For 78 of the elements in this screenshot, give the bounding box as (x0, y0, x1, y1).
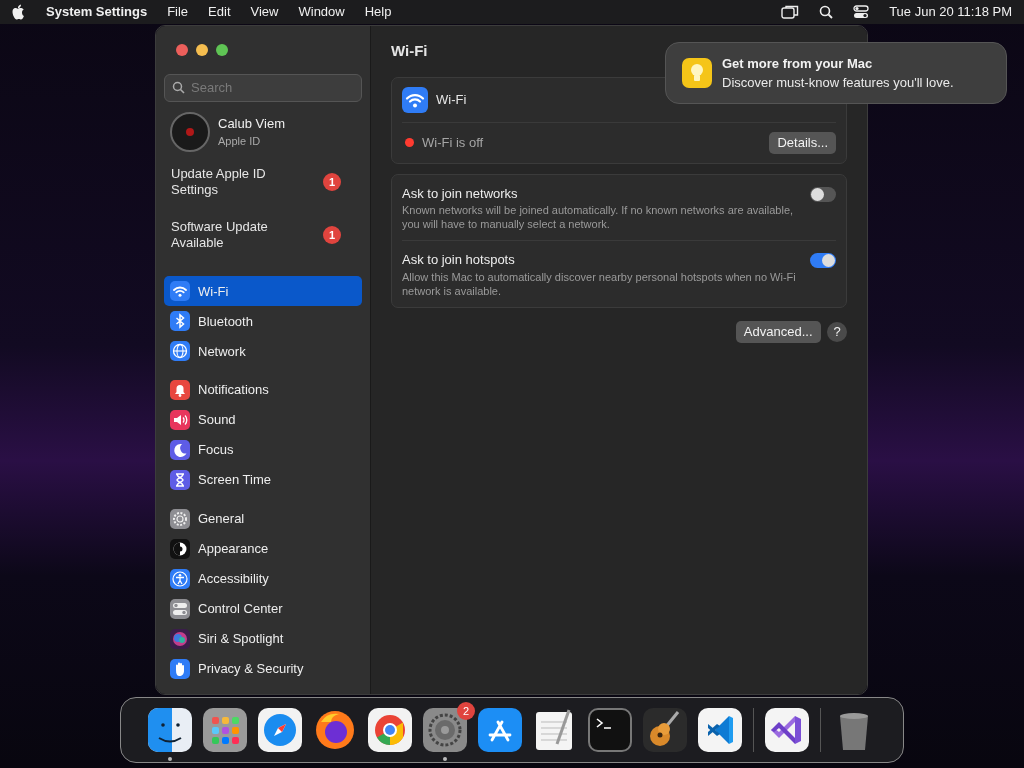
hand-icon (170, 659, 190, 679)
page-title: Wi-Fi (391, 41, 429, 61)
windows-icon[interactable] (781, 4, 800, 20)
app-grid-icon[interactable] (203, 708, 247, 752)
smiley-face-icon[interactable] (148, 708, 192, 752)
guitar-icon[interactable] (643, 708, 687, 752)
menu-item[interactable]: View (250, 2, 279, 22)
notification-badge: 1 (323, 172, 341, 191)
contrast-icon (170, 539, 190, 559)
menu-item[interactable]: Help (364, 2, 392, 22)
sidebar-item[interactable]: Notifications (164, 375, 362, 406)
sidebar-item[interactable]: Wi-Fi (164, 276, 362, 307)
sidebar-item[interactable]: Appearance (164, 534, 362, 564)
lightbulb-icon (682, 58, 712, 88)
orb-icon (170, 629, 190, 649)
menu-item[interactable]: Edit (208, 2, 231, 22)
accessibility-person-icon (170, 569, 190, 589)
account-subtitle: Apple ID (218, 134, 262, 149)
details-button[interactable]: Details... (769, 131, 836, 154)
sidebar-item[interactable]: General (164, 504, 362, 534)
close-button[interactable] (176, 44, 188, 56)
gear-icon[interactable] (423, 708, 467, 752)
wifi-icon (170, 281, 190, 302)
moon-icon (170, 440, 190, 461)
sidebar-item[interactable]: Screen Time (164, 465, 362, 496)
search-icon (172, 81, 185, 94)
speaker-icon (170, 410, 190, 431)
zoom-button[interactable] (216, 44, 228, 56)
sidebar-item[interactable]: Privacy & Security (164, 654, 362, 684)
sidebar-item[interactable]: Bluetooth (164, 306, 362, 337)
search-icon[interactable] (819, 5, 834, 19)
notification-message: Discover must-know features you'll love. (722, 74, 954, 92)
wifi-label: Wi-Fi (436, 90, 467, 109)
notification-badge: 1 (323, 225, 341, 244)
gear-icon (170, 509, 190, 529)
apple-logo-icon[interactable] (12, 4, 26, 20)
ribbon-icon[interactable] (765, 708, 809, 752)
ring-icon[interactable] (368, 708, 412, 752)
notification-badge: 2 (457, 702, 475, 720)
option-description: Known networks will be joined automatically. If no known networks are available, you will have to manually select a network. (402, 203, 795, 231)
advanced-button[interactable]: Advanced... (735, 320, 821, 343)
sidebar-item[interactable]: Accessibility (164, 564, 362, 594)
toggle-switch[interactable] (810, 186, 836, 202)
sidebar-item[interactable]: Control Center (164, 594, 362, 624)
notification-title: Get more from your Mac (722, 54, 874, 73)
menu-item[interactable]: File (167, 2, 189, 22)
switches-icon (170, 599, 190, 619)
app-menu[interactable]: System Settings (46, 2, 148, 22)
sidebar-item[interactable]: Siri & Spotlight (164, 624, 362, 654)
menu-item[interactable]: Window (298, 2, 345, 22)
notification-banner[interactable]: Get more from your Mac Discover must-know features you'll love. (665, 42, 1007, 104)
wifi-status: Wi-Fi is off (422, 133, 484, 152)
toggle-switch[interactable] (810, 253, 836, 268)
alert-item[interactable]: Update Apple ID Settings (171, 165, 301, 198)
sidebar-item[interactable]: Sound (164, 405, 362, 436)
switches-icon[interactable] (853, 5, 870, 19)
avatar-icon[interactable] (170, 111, 210, 152)
menubar-clock[interactable]: Tue Jun 20 11:18 PM (889, 2, 1012, 22)
terminal-icon[interactable] (588, 708, 632, 752)
globe-icon (170, 341, 190, 362)
code-icon[interactable] (698, 708, 742, 752)
sidebar-item[interactable]: Network (164, 336, 362, 367)
option-title: Ask to join networks (402, 184, 519, 203)
option-description: Allow this Mac to automatically discover nearby personal hotspots when no Wi-Fi network is available. (402, 269, 797, 298)
alert-item[interactable]: Software Update Available (171, 218, 301, 251)
minimize-button[interactable] (196, 44, 208, 56)
help-button[interactable]: ? (827, 321, 847, 342)
search-field[interactable]: Search (164, 74, 362, 102)
option-title: Ask to join hotspots (402, 251, 516, 269)
bell-icon (170, 380, 190, 401)
letter-a-icon[interactable] (478, 708, 522, 752)
sidebar-item[interactable]: Focus (164, 435, 362, 466)
hourglass-icon (170, 470, 190, 491)
fox-globe-icon[interactable] (313, 708, 357, 752)
wifi-icon (402, 86, 428, 113)
bluetooth-icon (170, 311, 190, 332)
compass-icon[interactable] (258, 708, 302, 752)
account-name[interactable]: Calub Viem (218, 113, 285, 133)
